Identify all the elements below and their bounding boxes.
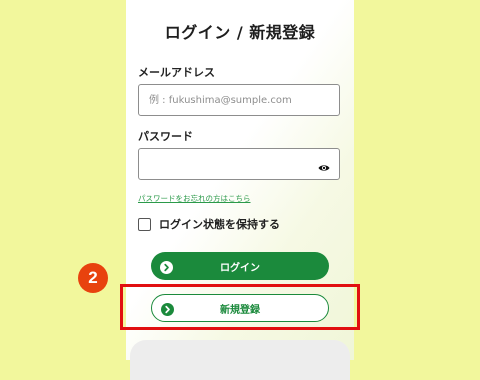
remember-me-toggle[interactable]: ログイン状態を保持する (138, 217, 280, 231)
step-number-badge: 2 (78, 263, 108, 293)
register-highlight-frame (120, 284, 360, 330)
login-button[interactable]: ログイン (151, 252, 329, 280)
login-button-label: ログイン (220, 262, 260, 274)
email-field-wrapper (138, 84, 340, 116)
password-field[interactable] (139, 149, 339, 179)
page-title: ログイン / 新規登録 (164, 23, 316, 42)
eye-icon[interactable] (318, 159, 330, 171)
password-field-wrapper (138, 148, 340, 180)
remember-me-checkbox[interactable] (138, 217, 151, 231)
password-label: パスワード (138, 130, 193, 143)
remember-me-label: ログイン状態を保持する (159, 218, 280, 231)
forgot-password-link[interactable]: パスワードをお忘れの方はこちら (138, 193, 251, 204)
bottom-card (130, 340, 350, 380)
email-field[interactable] (139, 85, 339, 115)
email-label: メールアドレス (138, 66, 215, 79)
